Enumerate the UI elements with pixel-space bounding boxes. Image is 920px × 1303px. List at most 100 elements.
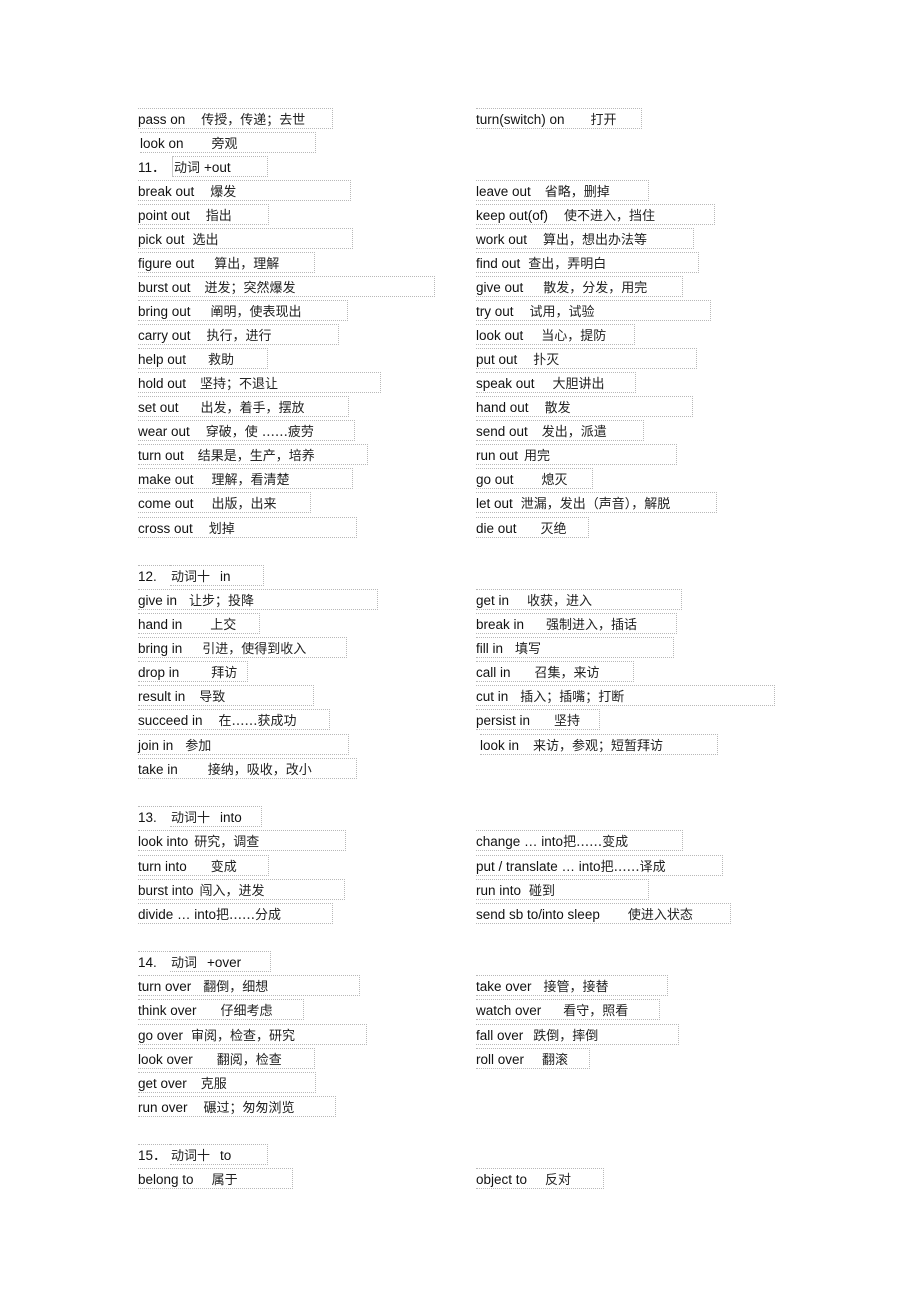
phrase-chinese: 大胆讲出 (552, 377, 605, 392)
phrase-entry: carry out 执行，进行 (138, 324, 339, 345)
phrase-entry: come out 出版，出来 (138, 492, 311, 513)
phrase-chinese: 出发，着手，摆放 (200, 401, 305, 416)
phrase-english: put / translate … into (476, 859, 601, 874)
phrase-english: look into (138, 834, 189, 849)
phrase-entry: take in 接纳，吸收，改小 (138, 758, 357, 779)
phrase-chinese: 克服 (200, 1077, 227, 1092)
phrase-english: point out (138, 208, 190, 223)
section-heading: 12. 动词十 in (138, 565, 264, 586)
phrase-english: cut in (476, 689, 509, 704)
phrase-chinese: 审阅，检查，研究 (191, 1029, 296, 1044)
phrase-english: keep out(of) (476, 208, 549, 223)
phrase-english: pick out (138, 232, 185, 247)
phrase-english: bring in (138, 641, 183, 656)
section-label: 动词 +over (170, 951, 271, 972)
phrase-chinese: 爆发 (210, 185, 237, 200)
phrase-entry: succeed in 在……获成功 (138, 709, 330, 730)
section-label: 动词 +out (172, 156, 268, 177)
phrase-english: hold out (138, 376, 187, 391)
phrase-english: object to (476, 1172, 528, 1187)
phrase-chinese: 导致 (199, 690, 226, 705)
phrase-entry: divide … into把……分成 (138, 903, 333, 924)
phrase-chinese: 算出，理解 (214, 257, 280, 272)
phrase-english: get over (138, 1076, 187, 1091)
phrase-entry: bring in 引进，使得到收入 (138, 637, 347, 658)
phrase-entry: give out 散发，分发，用完 (476, 276, 683, 297)
phrase-english: turn over (138, 979, 192, 994)
phrase-entry: run into 碰到 (476, 879, 649, 900)
phrase-chinese: 在……获成功 (218, 714, 297, 729)
phrase-english: result in (138, 689, 186, 704)
section-label: 动词十 into (170, 806, 262, 827)
phrase-english: roll over (476, 1052, 525, 1067)
phrase-english: break out (138, 184, 195, 199)
phrase-entry: turn(switch) on 打开 (476, 108, 642, 129)
phrase-chinese: 使进入状态 (627, 908, 693, 923)
phrase-english: look over (138, 1052, 193, 1067)
phrase-entry: keep out(of) 使不进入，挡住 (476, 204, 715, 225)
section-heading: 14. 动词 +over (138, 951, 271, 972)
phrase-entry: turn over 翻倒，细想 (138, 975, 360, 996)
phrase-chinese: 接纳，吸收，改小 (207, 763, 312, 778)
phrase-chinese: 闯入，进发 (199, 884, 265, 899)
phrase-entry: work out 算出，想出办法等 (476, 228, 694, 249)
phrase-entry: speak out 大胆讲出 (476, 372, 636, 393)
phrase-entry: look on 旁观 (140, 132, 316, 153)
phrase-english: run into (476, 883, 522, 898)
phrase-chinese: 收获，进入 (527, 594, 593, 609)
phrase-chinese: 反对 (545, 1173, 572, 1188)
section-number: 13. (138, 806, 170, 828)
phrase-chinese: 旁观 (211, 137, 238, 152)
phrase-entry: die out 灭绝 (476, 517, 589, 538)
phrase-chinese: 打开 (590, 113, 617, 128)
section-label-chinese: 动词 (171, 956, 198, 971)
phrase-entry: give in 让步；投降 (138, 589, 378, 610)
phrase-entry: run over 碾过；匆匆浏览 (138, 1096, 336, 1117)
phrase-chinese: 选出 (192, 233, 219, 248)
phrase-english: change … into (476, 834, 564, 849)
phrase-chinese: 省略，删掉 (544, 185, 610, 200)
phrase-chinese: 看守，照看 (563, 1004, 629, 1019)
phrase-chinese: 穿破，使 ……疲劳 (205, 425, 314, 440)
phrase-english: come out (138, 496, 194, 511)
phrase-chinese: 用完 (524, 449, 551, 464)
phrase-english: leave out (476, 184, 531, 199)
phrase-chinese: 散发 (544, 401, 571, 416)
phrase-english: make out (138, 472, 194, 487)
section-label-english: in (220, 569, 231, 584)
phrase-chinese: 仔细考虑 (220, 1004, 273, 1019)
phrase-chinese: 强制进入，插话 (546, 618, 638, 633)
section-label-english: into (220, 810, 242, 825)
phrase-english: carry out (138, 328, 191, 343)
phrase-chinese: 插入；插嘴；打断 (520, 690, 625, 705)
phrase-chinese: 结果是，生产，培养 (197, 449, 315, 464)
phrase-english: take in (138, 762, 178, 777)
section-heading: 11． 动词 +out (138, 156, 268, 177)
phrase-english: divide … into (138, 907, 217, 922)
phrase-english: think over (138, 1003, 197, 1018)
phrase-entry: take over 接管，接替 (476, 975, 668, 996)
section-label-chinese: 动词十 (171, 1149, 211, 1164)
phrase-english: give in (138, 593, 178, 608)
phrase-chinese: 接管，接替 (543, 980, 609, 995)
phrase-chinese: 阐明，使表现出 (210, 305, 302, 320)
section-number: 11． (138, 160, 166, 175)
phrase-entry: cross out 划掉 (138, 517, 357, 538)
phrase-entry: break in 强制进入，插话 (476, 613, 677, 634)
phrase-english: send sb to/into sleep (476, 907, 600, 922)
phrase-chinese: 碾过；匆匆浏览 (203, 1101, 295, 1116)
phrase-entry: figure out 算出，理解 (138, 252, 315, 273)
phrase-chinese: 划掉 (208, 522, 235, 537)
phrase-entry: look into 研究，调查 (138, 830, 346, 851)
phrase-entry: hand out 散发 (476, 396, 693, 417)
phrase-entry: go over 审阅，检查，研究 (138, 1024, 367, 1045)
phrase-entry: call in 召集，来访 (476, 661, 634, 682)
section-number: 12. (138, 565, 170, 587)
section-label-chinese: 动词 (174, 161, 201, 176)
phrase-english: look on (140, 136, 184, 151)
phrase-entry: wear out 穿破，使 ……疲劳 (138, 420, 355, 441)
phrase-chinese: 查出，弄明白 (528, 257, 607, 272)
phrase-chinese: 坚持；不退让 (200, 377, 279, 392)
phrase-chinese: 指出 (205, 209, 232, 224)
section-number: 14. (138, 951, 170, 973)
